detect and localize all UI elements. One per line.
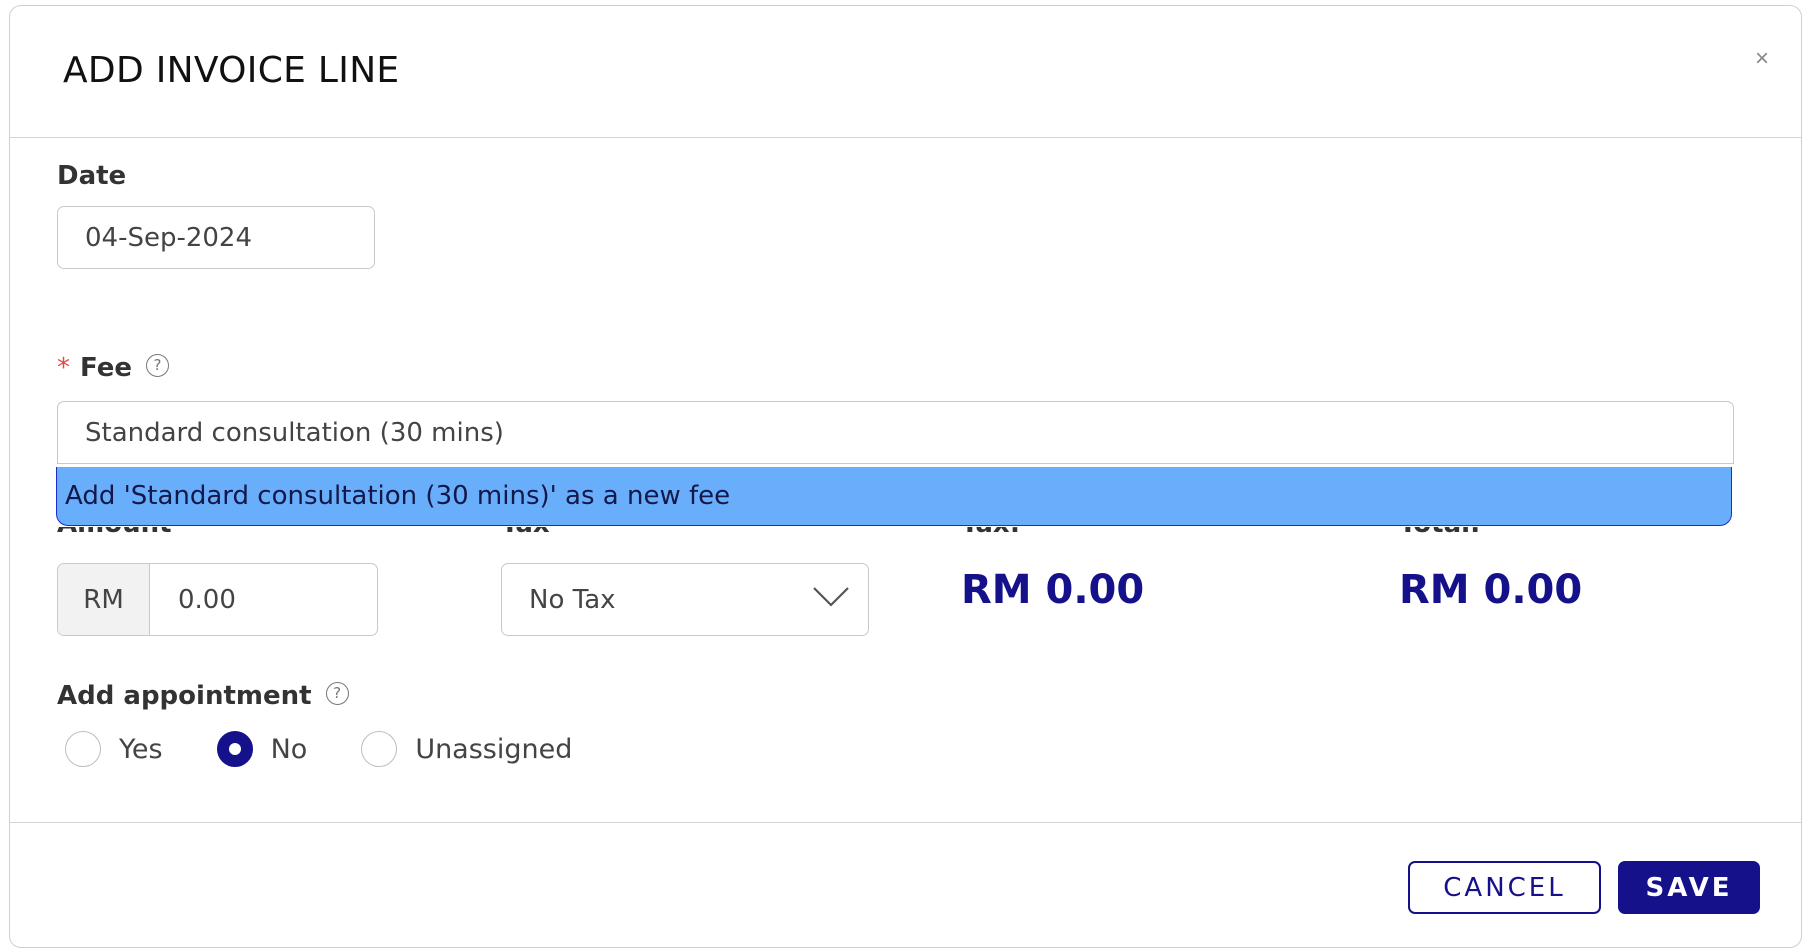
amount-label: Amount: [57, 527, 172, 541]
add-new-fee-option[interactable]: Add 'Standard consultation (30 mins)' as…: [56, 467, 1732, 526]
date-input[interactable]: 04-Sep-2024: [57, 206, 375, 269]
save-button[interactable]: SAVE: [1618, 861, 1760, 914]
tax-select-value: No Tax: [529, 584, 616, 615]
date-value: 04-Sep-2024: [85, 222, 253, 253]
radio-unassigned-label: Unassigned: [415, 733, 573, 765]
close-icon[interactable]: ×: [1747, 44, 1777, 74]
radio-no-label: No: [270, 733, 308, 765]
radio-yes-circle[interactable]: [65, 731, 101, 767]
tax-total-label: Tax:: [961, 527, 1020, 541]
modal-title: ADD INVOICE LINE: [63, 50, 400, 91]
total-value: RM 0.00: [1399, 567, 1583, 613]
fee-value: Standard consultation (30 mins): [85, 417, 504, 448]
appointment-label: Add appointment: [57, 681, 312, 711]
radio-no-circle[interactable]: [216, 731, 253, 767]
date-label: Date: [57, 161, 127, 191]
radio-yes-label: Yes: [119, 733, 163, 765]
help-icon[interactable]: ?: [145, 354, 169, 377]
appointment-label-row: Add appointment?: [57, 681, 349, 711]
radio-unassigned-circle[interactable]: [361, 731, 398, 767]
radio-no[interactable]: No: [216, 731, 308, 767]
amount-value: 0.00: [178, 584, 236, 615]
required-marker: *: [57, 353, 70, 383]
amount-input[interactable]: RM 0.00: [57, 563, 378, 636]
fee-label-row: * Fee?: [57, 353, 169, 383]
radio-unassigned[interactable]: Unassigned: [361, 731, 572, 767]
chevron-down-icon: [813, 587, 849, 607]
appointment-radio-group: Yes No Unassigned: [65, 731, 626, 767]
help-icon[interactable]: ?: [325, 682, 349, 705]
tax-total-value: RM 0.00: [961, 567, 1145, 613]
radio-yes[interactable]: Yes: [65, 731, 163, 767]
tax-select[interactable]: No Tax: [501, 563, 869, 636]
cancel-button[interactable]: CANCEL: [1408, 861, 1601, 914]
add-new-fee-option-label: Add 'Standard consultation (30 mins)' as…: [65, 481, 731, 511]
currency-prefix: RM: [58, 564, 150, 635]
footer-divider: [10, 822, 1801, 823]
modal-header: ADD INVOICE LINE ×: [10, 6, 1801, 138]
fee-label: Fee: [80, 353, 132, 383]
tax-select-label: Tax: [501, 527, 550, 541]
total-label: Total:: [1399, 527, 1480, 541]
fee-input[interactable]: Standard consultation (30 mins): [57, 401, 1734, 464]
